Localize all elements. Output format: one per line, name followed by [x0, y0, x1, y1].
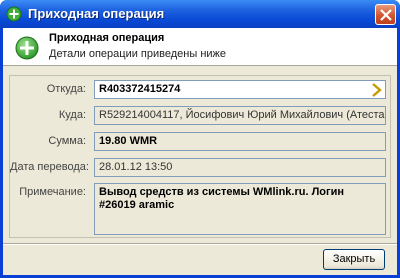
window-close-button[interactable]	[375, 4, 396, 25]
date-field: 28.01.12 13:50	[94, 158, 386, 177]
details-panel: Откуда: R403372415274 Куда: R52921400411…	[9, 75, 391, 238]
from-label: Откуда:	[46, 83, 86, 95]
to-label: Куда:	[58, 109, 86, 121]
from-field[interactable]: R403372415274	[94, 80, 386, 99]
close-x-icon	[380, 9, 392, 21]
from-value: R403372415274	[99, 83, 181, 95]
note-label: Примечание:	[19, 186, 86, 198]
date-label: Дата перевода:	[10, 161, 89, 173]
header-title: Приходная операция	[49, 32, 165, 44]
close-button[interactable]: Закрыть	[323, 249, 385, 270]
note-field: Вывод средств из системы WMlink.ru. Логи…	[94, 183, 386, 235]
window-title: Приходная операция	[28, 6, 165, 21]
amount-label: Сумма:	[48, 135, 86, 147]
header-subtitle: Детали операции приведены ниже	[49, 48, 227, 60]
wm-app-icon	[6, 6, 22, 22]
title-bar[interactable]: Приходная операция	[0, 0, 400, 28]
amount-field: 19.80 WMR	[94, 132, 386, 151]
dialog-client: Приходная операция Детали операции приве…	[3, 28, 397, 275]
dialog-window: Приходная операция Приходная операция Де…	[0, 0, 400, 278]
footer-divider	[3, 243, 397, 245]
header-band: Приходная операция Детали операции приве…	[3, 28, 397, 66]
plus-circle-icon	[15, 36, 39, 60]
arrow-right-icon[interactable]	[371, 83, 383, 97]
to-field: R529214004117, Йосифович Юрий Михайлович…	[94, 106, 386, 125]
